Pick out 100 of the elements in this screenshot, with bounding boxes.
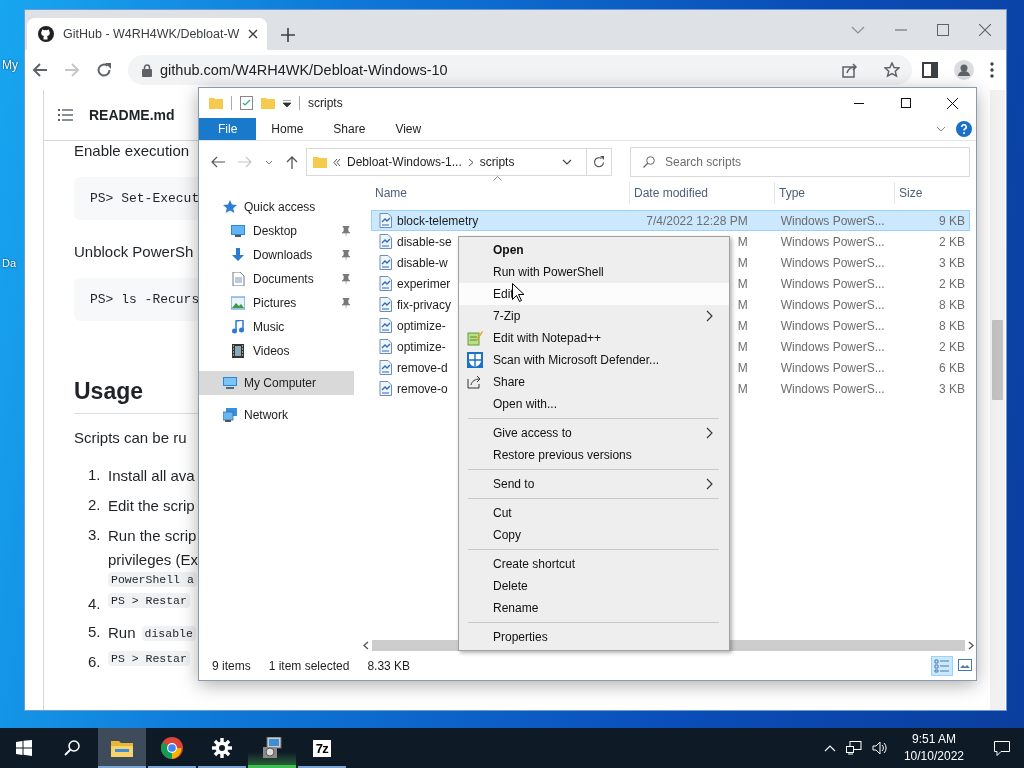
lock-icon bbox=[142, 63, 152, 77]
notification-icon[interactable] bbox=[994, 740, 1010, 756]
avatar-icon[interactable] bbox=[954, 60, 974, 80]
refresh-icon[interactable] bbox=[593, 156, 605, 168]
address-bar[interactable]: Debloat-Windows-1... scripts bbox=[306, 148, 612, 176]
pin-icon[interactable] bbox=[341, 298, 351, 308]
help-icon[interactable] bbox=[956, 121, 972, 137]
chevron-down-icon[interactable] bbox=[265, 159, 273, 165]
clock[interactable]: 9:51 AM 10/10/2022 bbox=[897, 731, 970, 765]
pin-icon[interactable] bbox=[341, 250, 351, 260]
list-text: Run the scrip bbox=[108, 526, 197, 546]
network-icon[interactable] bbox=[845, 741, 862, 755]
menu-item[interactable]: Edit with Notepad++ bbox=[459, 327, 729, 349]
search-field[interactable]: Search scripts bbox=[630, 147, 970, 177]
column-header[interactable]: Size bbox=[895, 182, 970, 204]
taskbar-app-button[interactable]: 7z bbox=[298, 728, 346, 768]
column-header[interactable]: Date modified bbox=[630, 182, 775, 204]
overflow-chevrons-icon[interactable] bbox=[333, 158, 341, 166]
chevron-up-icon[interactable] bbox=[823, 744, 836, 752]
star-icon[interactable] bbox=[884, 62, 900, 78]
pin-icon[interactable] bbox=[341, 226, 351, 236]
menu-item[interactable]: Edit bbox=[459, 283, 729, 305]
menu-item[interactable]: Rename bbox=[459, 597, 729, 619]
chevron-down-icon[interactable] bbox=[562, 159, 572, 165]
scrollbar[interactable] bbox=[990, 90, 1005, 710]
list-icon[interactable] bbox=[58, 109, 73, 121]
nav-item[interactable]: My Computer bbox=[199, 371, 354, 395]
windows-start-icon[interactable] bbox=[16, 740, 32, 756]
type-cell-text: Windows PowerS... bbox=[779, 297, 886, 312]
taskbar-app-button[interactable] bbox=[98, 728, 146, 768]
breadcrumb[interactable]: Debloat-Windows-1... bbox=[347, 155, 462, 169]
side-panel-icon[interactable] bbox=[922, 62, 938, 78]
installer-icon bbox=[261, 737, 283, 759]
nav-item[interactable]: Documents bbox=[199, 267, 359, 291]
menu-item[interactable]: Open with... bbox=[459, 393, 729, 415]
menu-item[interactable]: Create shortcut bbox=[459, 553, 729, 575]
new-tab-icon[interactable] bbox=[281, 28, 295, 42]
menu-item[interactable]: Share bbox=[459, 371, 729, 393]
cursor-icon bbox=[512, 283, 524, 302]
list-text: Install all ava bbox=[108, 466, 195, 486]
file-name[interactable]: remove-o bbox=[397, 381, 448, 396]
menu-item[interactable]: Restore previous versions bbox=[459, 444, 729, 466]
menu-item[interactable]: Scan with Microsoft Defender... bbox=[459, 349, 729, 371]
nav-item[interactable]: Music bbox=[199, 315, 359, 339]
menu-item[interactable]: Copy bbox=[459, 524, 729, 546]
back-icon[interactable] bbox=[211, 156, 225, 168]
menu-item[interactable]: Run with PowerShell bbox=[459, 261, 729, 283]
pin-icon[interactable] bbox=[341, 274, 351, 284]
close-icon[interactable] bbox=[947, 97, 958, 109]
menu-item[interactable]: Open bbox=[459, 239, 729, 261]
ribbon-tab[interactable]: View bbox=[380, 118, 437, 140]
search-icon[interactable] bbox=[64, 740, 80, 756]
size-cell-text: 3 KB bbox=[938, 381, 966, 396]
browser-tab[interactable]: GitHub - W4RH4WK/Debloat-W bbox=[27, 18, 267, 50]
file-name[interactable]: remove-d bbox=[397, 360, 448, 375]
chevron-right-icon[interactable] bbox=[467, 157, 474, 167]
file-name[interactable]: fix-privacy bbox=[397, 297, 451, 312]
menu-item[interactable]: Delete bbox=[459, 575, 729, 597]
menu-item[interactable]: Give access to bbox=[459, 422, 729, 444]
back-icon[interactable] bbox=[32, 62, 48, 78]
nav-item[interactable]: Desktop bbox=[199, 219, 359, 243]
ribbon-tab[interactable]: Share bbox=[318, 118, 381, 140]
file-name[interactable]: disable-se bbox=[397, 234, 452, 249]
nav-item[interactable]: Network bbox=[199, 403, 359, 427]
menu-item[interactable]: Send to bbox=[459, 473, 729, 495]
share-icon bbox=[467, 375, 483, 389]
ribbon-tab[interactable]: File bbox=[199, 118, 257, 140]
chevron-right-icon[interactable] bbox=[968, 641, 974, 650]
ribbon-tab[interactable]: Home bbox=[256, 118, 319, 140]
file-name[interactable]: experimer bbox=[397, 276, 451, 291]
file-name[interactable]: optimize- bbox=[397, 318, 446, 333]
reload-icon[interactable] bbox=[96, 62, 112, 78]
file-name[interactable]: disable-w bbox=[397, 255, 448, 270]
share-icon[interactable] bbox=[842, 62, 858, 78]
address-bar[interactable]: github.com/W4RH4WK/Debloat-Windows-10 bbox=[128, 55, 912, 85]
close-icon[interactable] bbox=[248, 29, 259, 39]
selected-file-row[interactable]: block-telemetry 7/4/2022 12:28 PM Windows PowerS... 9 KB bbox=[371, 210, 970, 231]
menu-item[interactable]: Cut bbox=[459, 502, 729, 524]
dropdown-icon[interactable] bbox=[283, 99, 291, 107]
script-file-icon bbox=[379, 381, 392, 396]
volume-icon[interactable] bbox=[871, 741, 888, 755]
properties-icon[interactable] bbox=[240, 96, 253, 110]
column-header[interactable]: Type bbox=[775, 182, 895, 204]
chevron-left-icon[interactable] bbox=[363, 641, 369, 650]
up-arrow-icon[interactable] bbox=[286, 155, 298, 169]
minimize-icon[interactable] bbox=[853, 102, 864, 104]
column-header[interactable]: Name bbox=[371, 182, 630, 204]
nav-item[interactable]: Pictures bbox=[199, 291, 359, 315]
file-name[interactable]: block-telemetry bbox=[397, 213, 479, 228]
nav-item[interactable]: Videos bbox=[199, 339, 359, 363]
breadcrumb[interactable]: scripts bbox=[479, 155, 515, 169]
more-icon[interactable] bbox=[990, 62, 994, 78]
menu-item[interactable]: 7-Zip bbox=[459, 305, 729, 327]
file-name[interactable]: optimize- bbox=[397, 339, 446, 354]
nav-item[interactable]: Quick access bbox=[199, 195, 359, 219]
nav-item[interactable]: Downloads bbox=[199, 243, 359, 267]
paragraph-text: Enable execution bbox=[74, 141, 191, 161]
maximize-icon[interactable] bbox=[900, 98, 911, 108]
menu-item[interactable]: Properties bbox=[459, 626, 729, 648]
sort-caret-icon[interactable] bbox=[493, 176, 502, 181]
